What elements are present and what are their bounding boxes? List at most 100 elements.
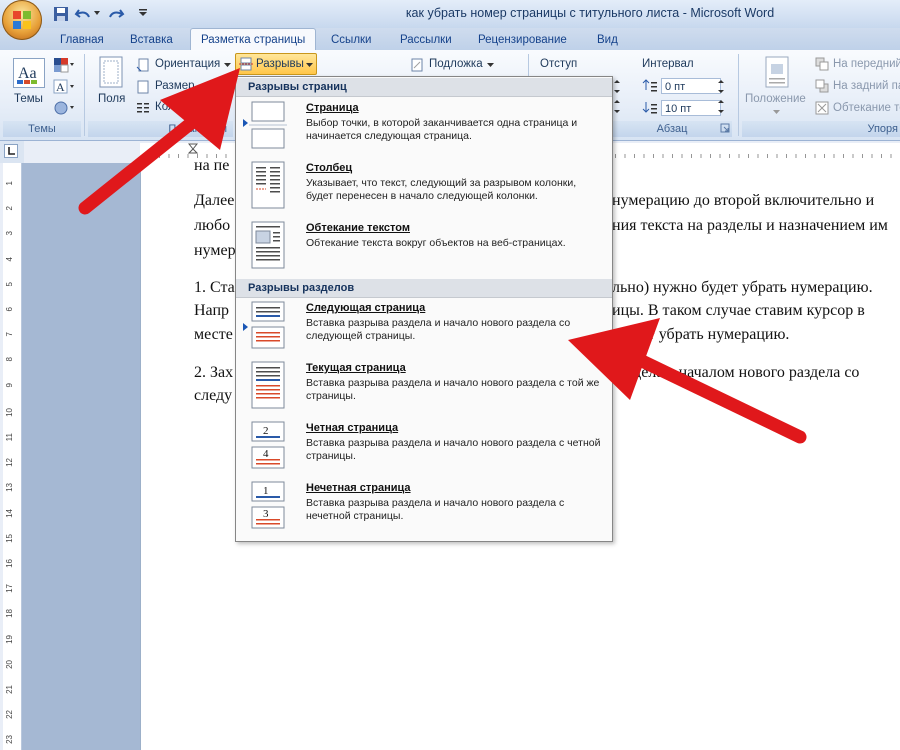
watermark-icon xyxy=(411,58,423,72)
vertical-ruler-number: 6 xyxy=(5,307,14,312)
menu-item-title: Текущая страница xyxy=(306,362,406,374)
menu-section-page-breaks: Разрывы страниц xyxy=(236,78,612,97)
tab-insert[interactable]: Вставка xyxy=(120,30,183,50)
text-wrapping-icon xyxy=(251,221,285,269)
orientation-dropdown-icon[interactable] xyxy=(224,63,231,68)
tab-page-layout[interactable]: Разметка страницы xyxy=(190,28,317,51)
vertical-ruler-number: 8 xyxy=(5,357,14,362)
spacing-spinners-icon[interactable] xyxy=(716,78,726,116)
breaks-dropdown-icon xyxy=(306,63,313,67)
size-button[interactable]: Размер xyxy=(155,80,195,92)
menu-item-title: Следующая страница xyxy=(306,302,426,314)
vertical-ruler-number: 21 xyxy=(5,685,14,694)
menu-item-even-page[interactable]: 2 4 Четная страница Вставка разрыва разд… xyxy=(236,419,612,479)
tab-references[interactable]: Ссылки xyxy=(321,30,382,50)
margins-label[interactable]: Поля xyxy=(98,93,125,105)
theme-effects-icon[interactable] xyxy=(53,100,75,116)
send-back-button[interactable]: На задний па xyxy=(833,80,900,92)
tab-selector[interactable] xyxy=(4,144,18,158)
menu-item-desc: Выбор точки, в которой заканчивается одн… xyxy=(306,117,578,142)
orientation-button[interactable]: Ориентация xyxy=(155,58,220,70)
menu-item-title: Страница xyxy=(306,102,359,114)
menu-item-title: Нечетная страница xyxy=(306,482,411,494)
spacing-after-input[interactable]: 10 пт xyxy=(661,100,721,116)
tab-view[interactable]: Вид xyxy=(587,30,628,50)
page-setup-group-label: Параметры xyxy=(88,121,233,137)
menu-item-column-break[interactable]: Столбец Указывает, что текст, следующий … xyxy=(236,159,612,219)
watermark-dropdown-icon[interactable] xyxy=(487,63,494,68)
tab-mailings[interactable]: Рассылки xyxy=(390,30,462,50)
menu-item-title: Столбец xyxy=(306,162,353,174)
menu-item-desc: Вставка разрыва раздела и начало нового … xyxy=(306,377,600,402)
doc-line: раздела с началом нового раздела со xyxy=(612,364,860,381)
menu-item-title: Обтекание текстом xyxy=(306,222,410,234)
spacing-before-input[interactable]: 0 пт xyxy=(661,78,721,94)
wrap-text-button[interactable]: Обтекание те xyxy=(833,102,900,114)
vertical-ruler-number: 12 xyxy=(5,458,14,468)
doc-line: будет убрать нумерацию. xyxy=(618,326,790,343)
ruler-corner[interactable] xyxy=(0,141,24,163)
margins-icon[interactable] xyxy=(98,56,124,90)
vertical-ruler-number: 1 xyxy=(5,181,14,186)
even-thumb-bottom-number: 4 xyxy=(263,448,269,460)
vertical-ruler-number: 18 xyxy=(5,609,14,619)
position-label[interactable]: Положение xyxy=(745,93,806,105)
menu-item-desc: Обтекание текста вокруг объектов на веб-… xyxy=(306,237,566,249)
paragraph-group-label: Абзац xyxy=(612,121,732,137)
position-dropdown-icon[interactable] xyxy=(773,110,780,115)
bring-front-button[interactable]: На передний xyxy=(833,58,900,70)
vertical-ruler-number: 10 xyxy=(5,407,14,417)
position-icon[interactable] xyxy=(763,56,791,88)
group-separator xyxy=(738,54,739,136)
tab-review[interactable]: Рецензирование xyxy=(468,30,577,50)
breaks-icon xyxy=(239,57,253,71)
column-break-icon xyxy=(251,161,285,209)
menu-item-continuous[interactable]: Текущая страница Вставка разрыва раздела… xyxy=(236,359,612,419)
page-break-icon xyxy=(249,101,287,149)
menu-item-page-break[interactable]: Страница Выбор точки, в которой заканчив… xyxy=(236,99,612,159)
send-back-icon xyxy=(815,79,829,93)
vertical-ruler-number: 22 xyxy=(5,710,14,720)
wrap-text-icon xyxy=(815,101,829,115)
arrange-group-label: Упоря xyxy=(742,121,900,137)
doc-line: льно) нужно будет убрать нумерацию. xyxy=(612,279,873,296)
menu-item-desc: Вставка разрыва раздела и начало нового … xyxy=(306,497,565,522)
vertical-ruler-number: 5 xyxy=(5,281,14,287)
vertical-ruler-number: 2 xyxy=(5,206,14,211)
orientation-icon xyxy=(136,58,149,72)
watermark-button[interactable]: Подложка xyxy=(429,58,483,70)
paragraph-dialog-launcher-icon[interactable] xyxy=(720,123,730,133)
vertical-ruler-number: 23 xyxy=(5,735,14,745)
menu-item-desc: Указывает, что текст, следующий за разры… xyxy=(306,177,577,202)
menu-item-text-wrapping[interactable]: Обтекание текстом Обтекание текста вокру… xyxy=(236,219,612,279)
office-button[interactable] xyxy=(2,0,42,40)
vertical-ruler-number: 16 xyxy=(5,559,14,568)
vertical-ruler-number: 15 xyxy=(5,533,14,543)
breaks-button[interactable]: Разрывы xyxy=(235,53,317,75)
continuous-break-icon xyxy=(251,361,285,409)
columns-button[interactable]: Колон xyxy=(155,101,187,113)
menu-item-odd-page[interactable]: 1 3 Нечетная страница Вставка разрыва ра… xyxy=(236,479,612,539)
menu-item-next-page[interactable]: Следующая страница Вставка разрыва разде… xyxy=(236,299,612,359)
vertical-ruler-number: 4 xyxy=(5,256,14,262)
vertical-ruler-number: 3 xyxy=(5,231,14,236)
vertical-ruler-number: 13 xyxy=(5,483,14,493)
theme-colors-icon[interactable] xyxy=(53,57,75,73)
vertical-ruler-number: 17 xyxy=(5,584,14,594)
theme-fonts-icon[interactable]: A xyxy=(53,79,75,95)
odd-thumb-top-number: 1 xyxy=(263,485,269,497)
vertical-ruler-number: 19 xyxy=(5,634,14,644)
doc-line: ицы. В таком случае ставим курсор в xyxy=(612,302,865,319)
indent-spinners-icon[interactable] xyxy=(612,78,622,116)
themes-label: Темы xyxy=(14,93,43,105)
vertical-ruler[interactable]: 1 2 3 4 5 6 7 8 9 10 11 12 13 14 15 16 17 18 19 20 21 22 23 xyxy=(3,163,22,750)
odd-thumb-bottom-number: 3 xyxy=(263,508,269,520)
themes-icon: Aa xyxy=(17,65,37,84)
vertical-ruler-number: 9 xyxy=(5,382,14,388)
size-icon xyxy=(137,80,149,94)
spacing-after-icon xyxy=(642,102,657,114)
group-separator xyxy=(84,54,85,136)
tab-home[interactable]: Главная xyxy=(50,30,114,50)
indent-label: Отступ xyxy=(540,58,578,70)
themes-button[interactable]: Aa xyxy=(13,58,45,88)
